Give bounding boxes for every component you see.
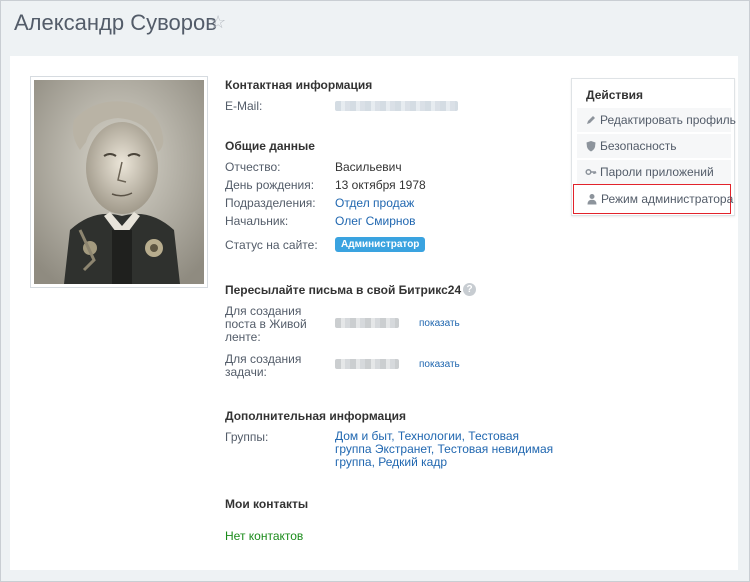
patronymic-label: Отчество: — [225, 160, 281, 174]
contact-section-title: Контактная информация — [225, 78, 373, 92]
forward-section-title: Пересылайте письма в свой Битрикс24 — [225, 283, 462, 297]
help-icon[interactable]: ? — [463, 283, 476, 296]
group-link[interactable]: Технологии — [398, 429, 462, 443]
manager-label: Начальник: — [225, 214, 289, 228]
task-label-line2: задачи: — [225, 365, 267, 379]
star-icon[interactable]: ☆ — [210, 12, 226, 33]
task-label-line1: Для создания — [225, 352, 302, 366]
admin-mode-action[interactable]: Режим администратора — [573, 184, 734, 214]
patronymic-value: Васильевич — [335, 160, 402, 174]
show-post-email-link[interactable]: показать — [419, 318, 460, 329]
portrait-image — [34, 80, 204, 284]
actions-panel: Действия Редактировать профиль Безопасно… — [571, 78, 736, 216]
pencil-icon — [587, 116, 595, 124]
general-section-title: Общие данные — [225, 139, 315, 153]
no-contacts-text: Нет контактов — [225, 529, 304, 543]
manager-link[interactable]: Олег Смирнов — [335, 214, 416, 228]
group-link[interactable]: Редкий кадр — [378, 455, 447, 469]
extra-section-title: Дополнительная информация — [225, 409, 406, 423]
department-link[interactable]: Отдел продаж — [335, 196, 414, 210]
groups-list: Дом и быт, Технологии, Тестовая группа Э… — [335, 429, 554, 469]
page-title: Александр Суворов — [14, 10, 217, 35]
edit-profile-label: Редактировать профиль — [600, 113, 736, 127]
department-label: Подразделения: — [225, 196, 316, 210]
post-label-line2: поста в Живой — [225, 317, 307, 331]
contacts-section-title: Мои контакты — [225, 497, 309, 511]
security-action[interactable]: Безопасность — [577, 134, 731, 158]
birthday-value: 13 октября 1978 — [335, 178, 426, 192]
status-label: Статус на сайте: — [225, 238, 318, 252]
key-icon — [585, 168, 597, 176]
shield-icon — [586, 141, 596, 152]
email-value-blurred — [335, 101, 458, 111]
status-badge: Администратор — [335, 237, 426, 252]
show-task-email-link[interactable]: показать — [419, 359, 460, 370]
post-label-line3: ленте: — [225, 330, 261, 344]
post-label-line1: Для создания — [225, 304, 302, 318]
email-label: E-Mail: — [225, 99, 263, 113]
group-link[interactable]: Дом и быт — [335, 429, 391, 443]
birthday-label: День рождения: — [225, 178, 315, 192]
task-email-blurred — [335, 359, 399, 369]
edit-profile-action[interactable]: Редактировать профиль — [577, 108, 736, 132]
actions-title: Действия — [586, 88, 644, 102]
security-label: Безопасность — [600, 139, 677, 153]
app-passwords-action[interactable]: Пароли приложений — [577, 160, 731, 184]
admin-mode-label: Режим администратора — [601, 192, 734, 206]
avatar — [30, 76, 208, 288]
groups-label: Группы: — [225, 430, 269, 444]
user-icon — [587, 194, 597, 205]
profile-card: Контактная информация E-Mail: Общие данн… — [10, 56, 738, 570]
post-email-blurred — [335, 318, 399, 328]
app-passwords-label: Пароли приложений — [600, 165, 714, 179]
